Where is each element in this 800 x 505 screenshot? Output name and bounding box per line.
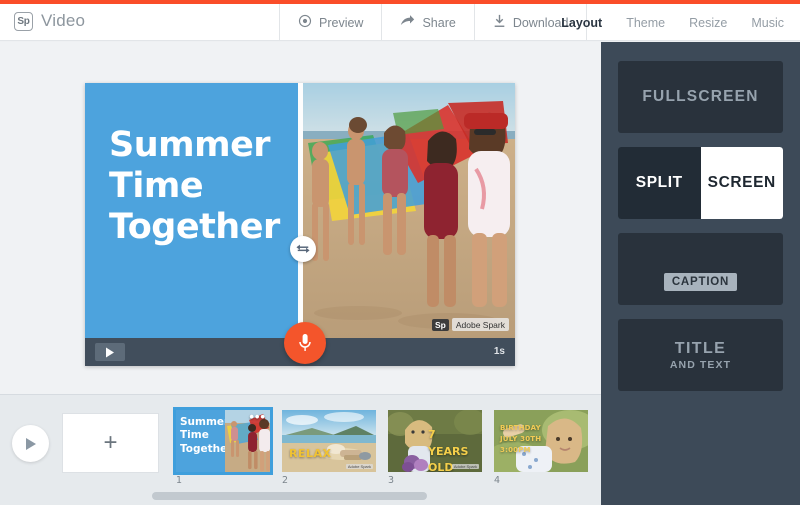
thumbnail-watermark: Adobe Spark [451,464,479,469]
app-title: Video [41,11,86,30]
thumbnail-label-line-1: 7 YEARS [428,428,469,458]
share-label: Share [422,15,456,30]
split-left-half: SPLIT [618,147,701,219]
layout-title-label: TITLE [674,339,727,357]
header-actions: Preview Share Download [279,4,588,41]
thumbnail-3[interactable]: 7 YEARS OLD Adobe Spark [388,410,482,472]
split-right-half: SCREEN [700,147,783,219]
share-arrow-icon [400,14,415,31]
thumb-line-3: Together [180,442,233,455]
microphone-icon [299,334,311,351]
thumbnail-relax-photo [282,410,376,472]
thumbnail-number: 1 [176,475,183,486]
add-slide-button[interactable]: + [63,414,158,472]
adobe-spark-video-editor: Sp Video Preview Share Download Layout T… [0,0,800,505]
thumbnail-split: Summer Time Together ••• [176,410,270,472]
thumbnail-options-menu[interactable]: ••• [249,410,266,423]
record-voice-button[interactable] [284,322,326,364]
slide-text-pane[interactable]: Summer Time Together [85,83,298,338]
list-item[interactable]: Summer Time Together ••• 1 [173,407,273,486]
filmstrip-scrollbar-thumb[interactable] [152,492,427,500]
layout-options-panel: FULLSCREEN SPLIT SCREEN CAPTION TITLE AN… [601,42,800,505]
watermark-label: Adobe Spark [451,318,509,331]
download-label: Download [512,15,569,30]
layout-title-sublabel: AND TEXT [669,358,732,371]
thumbnail-label: RELAX [289,447,332,460]
layout-screen-label: SCREEN [707,174,776,191]
headline-line-1: Summer [109,125,271,165]
headline-line-2: Time [109,165,204,206]
thumbnail-label-line-2: OLD [428,461,454,472]
tab-theme[interactable]: Theme [626,16,665,30]
preview-button[interactable]: Preview [279,4,383,41]
headline-line-3: Together [109,206,280,247]
app-header: Sp Video Preview Share Download Layout T… [0,4,800,41]
thumbnail-photo-pane: ••• [224,410,270,472]
layout-option-caption[interactable]: CAPTION [618,233,783,305]
adobe-spark-watermark: Sp Adobe Spark [431,318,509,331]
tab-layout[interactable]: Layout [561,16,602,30]
layout-fullscreen-label: FULLSCREEN [642,88,759,105]
list-item[interactable]: RELAX Adobe Spark 2 [282,410,376,486]
layout-option-title-and-text[interactable]: TITLE AND TEXT [618,319,783,391]
slide-preview: Summer Time Together Sp Adobe Spark [85,83,515,338]
list-item[interactable]: BIRTHDAY JULY 30TH 3:00PM 4 [494,410,588,486]
filmstrip-scrollbar-track[interactable] [152,492,582,500]
watermark-badge: Sp [431,318,449,331]
share-button[interactable]: Share [382,4,475,41]
thumbnail-1[interactable]: Summer Time Together ••• [173,407,273,475]
header-tabs: Layout Theme Resize Music [561,4,784,41]
thumbnail-list: Summer Time Together ••• 1 RELAX Adobe S… [173,407,588,486]
pane-divider [298,83,303,338]
download-icon [493,14,506,31]
thumbnail-text-pane: Summer Time Together [176,410,233,472]
tab-resize[interactable]: Resize [689,16,727,30]
thumbnail-label: BIRTHDAY JULY 30TH 3:00PM [500,423,541,456]
preview-label: Preview [319,15,364,30]
spark-logo-icon: Sp [14,11,33,31]
thumbnail-4[interactable]: BIRTHDAY JULY 30TH 3:00PM [494,410,588,472]
thumbnail-label-line-3: 3:00PM [500,445,531,454]
beach-photo [298,83,515,338]
preview-play-button[interactable] [12,425,49,462]
play-button[interactable] [95,343,125,361]
slide-headline[interactable]: Summer Time Together [109,125,289,248]
layout-split-label: SPLIT [635,174,683,191]
thumbnail-2[interactable]: RELAX Adobe Spark [282,410,376,472]
thumb-line-2: Time [180,429,209,442]
list-item[interactable]: 7 YEARS OLD Adobe Spark 3 [388,410,482,486]
thumbnail-number: 3 [388,475,395,486]
thumb-line-1: Summer [180,416,230,428]
thumbnail-number: 2 [282,475,289,486]
brand[interactable]: Sp Video [14,11,85,31]
layout-option-fullscreen[interactable]: FULLSCREEN [618,61,783,133]
title-text-stack: TITLE AND TEXT [670,340,731,371]
play-icon [106,347,114,357]
layout-caption-label: CAPTION [663,273,738,291]
plus-icon: + [103,429,118,456]
thumbnail-label-line-1: BIRTHDAY [500,424,541,432]
slide-photo-pane[interactable]: Sp Adobe Spark [298,83,515,338]
swap-panes-button[interactable] [290,236,316,262]
slide-duration: 1s [493,346,505,357]
thumbnail-watermark: Adobe Spark [345,464,373,469]
layout-option-split-screen[interactable]: SPLIT SCREEN [618,147,783,219]
play-circle-icon [26,437,36,450]
eye-icon [298,14,312,31]
swap-horizontal-icon [296,244,310,253]
thumbnail-label-line-2: JULY 30TH [500,434,542,443]
thumbnail-number: 4 [494,475,501,486]
tab-music[interactable]: Music [751,16,784,30]
